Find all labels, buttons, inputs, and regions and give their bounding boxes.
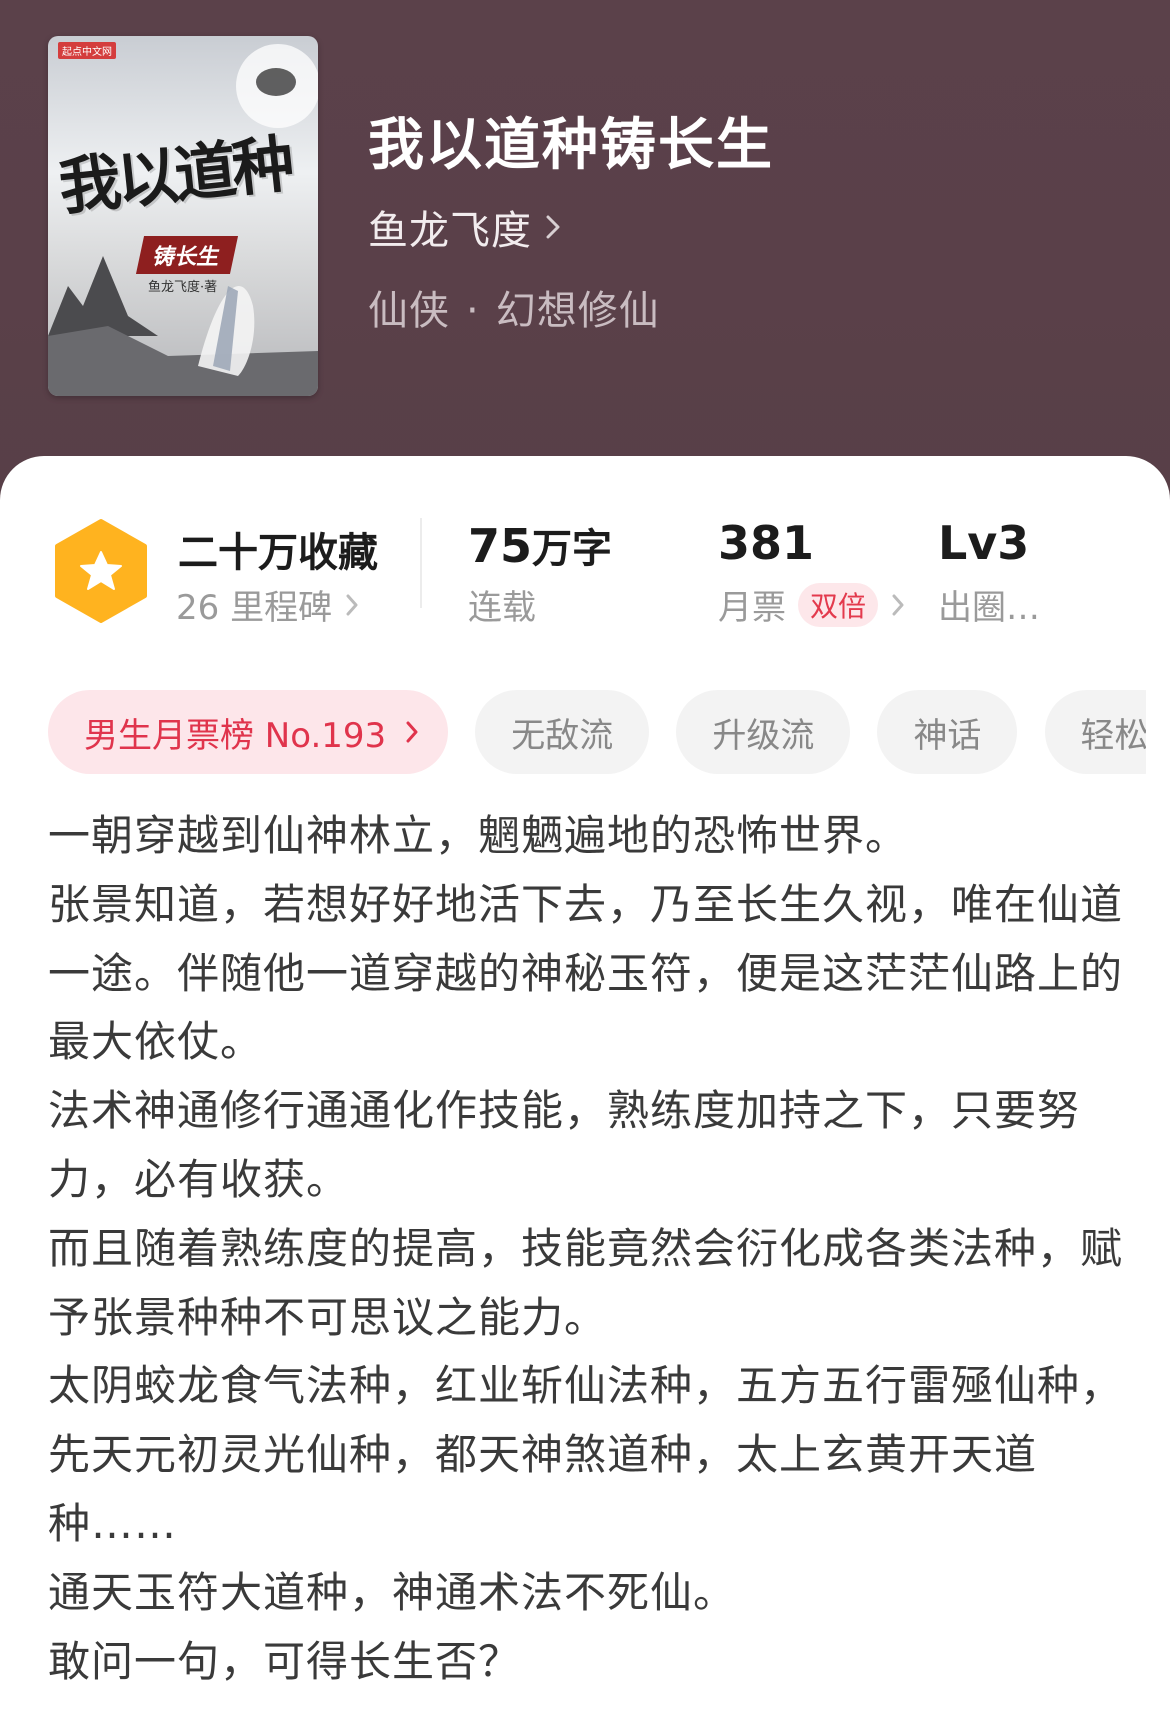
- word-count-number: 75: [468, 519, 533, 573]
- tag-shengjiliu[interactable]: 升级流: [676, 690, 851, 774]
- rank-tag-label: 男生月票榜 No.193: [84, 715, 387, 756]
- tag-shenhua[interactable]: 神话: [877, 690, 1018, 774]
- category[interactable]: 仙侠: [368, 288, 450, 334]
- author-name: 鱼龙飞度: [368, 208, 532, 254]
- synopsis-paragraph: 敢问一句，可得长生否？: [48, 1636, 522, 1686]
- tag-wudiliu[interactable]: 无敌流: [475, 690, 650, 774]
- cover-subtitle-art: 铸长生: [135, 236, 239, 274]
- book-cover[interactable]: 起点中文网 我以道种 铸长生 鱼龙飞度·著: [48, 36, 318, 396]
- level-value: Lv3: [938, 516, 1030, 570]
- synopsis-paragraph: 通天玉符大道种，神通术法不死仙。: [48, 1567, 737, 1617]
- cover-author-art: 鱼龙飞度·著: [148, 280, 218, 295]
- monthly-ticket-label: 月票: [718, 588, 786, 628]
- category-line: 仙侠 · 幻想修仙: [368, 278, 660, 336]
- word-count: 75万字: [468, 516, 612, 574]
- monthly-ticket-count: 381: [718, 516, 815, 570]
- chevron-right-icon: [346, 594, 358, 615]
- synopsis-paragraph: 太阴蛟龙食气法种，红业斩仙法种，五方五行雷殛仙种，先天元初灵光仙种，都天神煞道种…: [48, 1361, 1124, 1548]
- stats-divider: [420, 518, 422, 608]
- stats-row: 二十万收藏 26 里程碑 75万字 连载 381 月票 双倍 Lv3 出圈…: [0, 456, 1170, 646]
- book-title: 我以道种铸长生: [368, 113, 774, 178]
- milestones-label: 26 里程碑: [176, 588, 333, 628]
- detail-sheet: 二十万收藏 26 里程碑 75万字 连载 381 月票 双倍 Lv3 出圈… 男…: [0, 456, 1170, 1713]
- serial-status: 连载: [468, 588, 536, 628]
- word-count-unit: 万字: [532, 526, 613, 572]
- tag-list: 男生月票榜 No.193 无敌流 升级流 神话 轻松: [48, 690, 1146, 774]
- collections-count: 二十万收藏: [178, 530, 378, 576]
- chevron-right-icon: [546, 215, 560, 239]
- synopsis-paragraph: 张景知道，若想好好地活下去，乃至长生久视，唯在仙道一途。伴随他一道穿越的神秘玉符…: [48, 879, 1124, 1067]
- tag-qingsong[interactable]: 轻松: [1044, 690, 1146, 774]
- category-separator: ·: [466, 288, 480, 334]
- synopsis-paragraph: 法术神通修行通通化作技能，熟练度加持之下，只要努力，必有收获。: [48, 1086, 1081, 1204]
- monthly-ticket-link[interactable]: 月票 双倍: [718, 580, 904, 629]
- subcategory[interactable]: 幻想修仙: [496, 288, 660, 334]
- book-header: 起点中文网 我以道种 铸长生 鱼龙飞度·著 我以道种铸长生 鱼龙飞度 仙侠 · 幻想…: [0, 0, 1170, 520]
- synopsis-paragraph: 一朝穿越到仙神林立，魍魉遍地的恐怖世界。: [48, 811, 909, 860]
- synopsis: 一朝穿越到仙神林立，魍魉遍地的恐怖世界。 张景知道，若想好好地活下去，乃至长生久…: [48, 802, 1128, 1696]
- milestones-link[interactable]: 26 里程碑: [176, 580, 358, 629]
- chevron-right-icon: [406, 721, 418, 743]
- publisher-badge: 起点中文网: [58, 42, 116, 59]
- level-label[interactable]: 出圈…: [938, 580, 1040, 629]
- synopsis-paragraph: 而且随着熟练度的提高，技能竟然会衍化成各类法种，赋予张景种种不可思议之能力。: [48, 1223, 1124, 1342]
- rank-tag[interactable]: 男生月票榜 No.193: [48, 690, 449, 774]
- author-link[interactable]: 鱼龙飞度: [368, 198, 560, 256]
- double-ticket-badge: 双倍: [798, 582, 879, 627]
- chevron-right-icon: [892, 594, 904, 615]
- book-detail-page: 起点中文网 我以道种 铸长生 鱼龙飞度·著 我以道种铸长生 鱼龙飞度 仙侠 · 幻想…: [0, 0, 1170, 1713]
- star-hexagon-icon: [55, 519, 147, 623]
